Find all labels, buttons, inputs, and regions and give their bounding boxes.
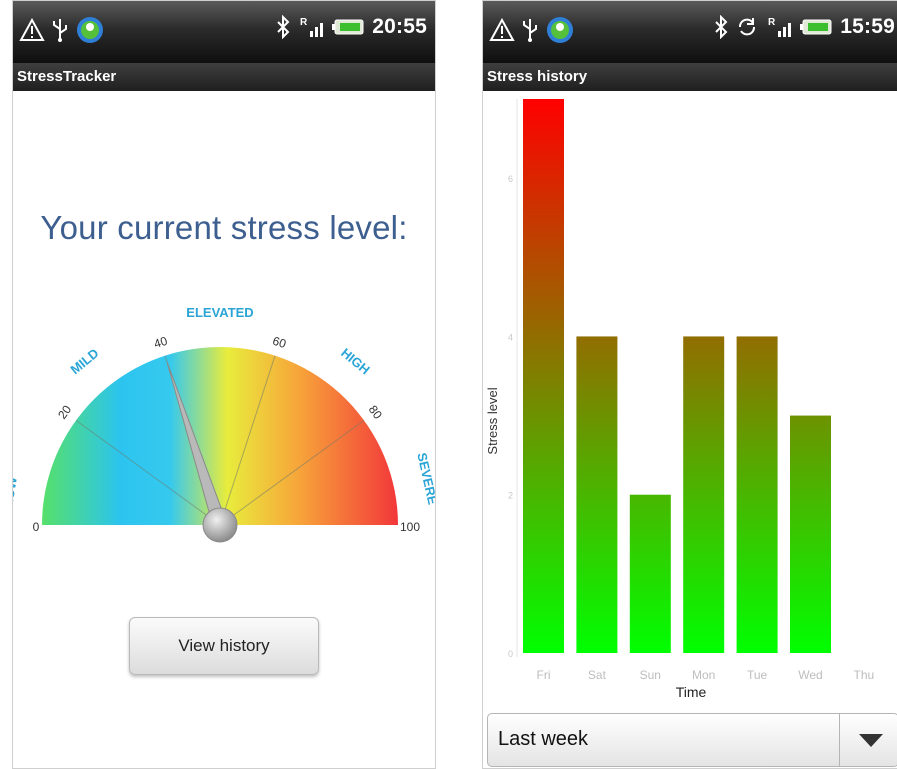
x-tick-label: Fri xyxy=(537,668,551,682)
gauge-dial xyxy=(42,347,398,525)
period-dropdown-value: Last week xyxy=(498,728,589,750)
gauge-tick-label: 100 xyxy=(400,520,420,534)
y-tick-label: 6 xyxy=(508,174,513,184)
sync-icon xyxy=(736,16,758,38)
bar-tue xyxy=(736,336,778,653)
signal-icon: R xyxy=(766,15,792,39)
x-axis-title: Time xyxy=(676,684,707,700)
dropdown-divider xyxy=(839,714,840,766)
gauge-zone-label: MILD xyxy=(68,345,102,377)
battery-icon xyxy=(800,18,832,36)
stress-history-chart: 0246 Fri Sat Sun Mon Tue Wed Thu Stress level … xyxy=(485,99,875,700)
x-tick-label: Tue xyxy=(747,668,768,682)
app-title: Stress history xyxy=(483,63,897,91)
gauge-tick-label: 80 xyxy=(366,403,385,422)
stress-history-screen: R 15:59 Stress history 0 2 4 6 Fri Sat Sun Mon… xyxy=(482,0,897,769)
gauge-zone-label: LOW xyxy=(13,475,20,508)
gauge-tick-label: 20 xyxy=(55,402,74,421)
svg-text:R: R xyxy=(768,17,776,28)
warning-icon xyxy=(19,18,45,42)
bluetooth-icon xyxy=(276,15,290,39)
usb-icon xyxy=(521,17,539,43)
y-tick-label: 2 xyxy=(508,491,513,501)
bar-wed xyxy=(790,415,831,653)
gauge-tick-label: 40 xyxy=(152,334,169,352)
battery-icon xyxy=(332,18,364,36)
current-stress-headline: Your current stress level: xyxy=(40,209,408,246)
gauge-hub xyxy=(202,507,238,543)
x-tick-label: Sat xyxy=(588,668,607,682)
stress-gauge: 0 20 40 60 80 100 LOW MILD ELEVATED HIGH SEVERE xyxy=(13,305,436,543)
app-notification-icon xyxy=(75,15,105,45)
y-tick-label: 0 xyxy=(508,649,513,659)
signal-icon: R xyxy=(298,15,324,39)
bar-sat xyxy=(576,336,618,653)
x-tick-label: Mon xyxy=(692,668,715,682)
status-time: 15:59 xyxy=(840,15,895,38)
stresstracker-screen: R 20:55 StressTracker Your current stres… xyxy=(12,0,436,769)
app-title: StressTracker xyxy=(13,63,435,91)
usb-icon xyxy=(51,17,69,43)
x-tick-label: Thu xyxy=(854,668,875,682)
status-bar: R 20:55 xyxy=(13,1,435,63)
x-tick-label: Wed xyxy=(798,668,822,682)
bar-sun xyxy=(629,494,671,653)
y-axis-title: Stress level xyxy=(485,387,500,454)
view-history-button[interactable]: View history xyxy=(129,617,319,675)
gauge-tick-label: 0 xyxy=(33,520,40,534)
svg-text:R: R xyxy=(300,17,308,28)
gauge-zone-label: HIGH xyxy=(338,345,373,377)
warning-icon xyxy=(489,18,515,42)
status-time: 20:55 xyxy=(372,15,427,38)
chevron-down-icon[interactable] xyxy=(856,731,886,753)
app-notification-icon xyxy=(545,15,575,45)
y-tick-label: 4 xyxy=(508,332,513,342)
x-tick-label: Sun xyxy=(640,668,661,682)
gauge-tick-label: 60 xyxy=(271,334,288,352)
gauge-zone-label: ELEVATED xyxy=(186,305,253,320)
status-bar: R 15:59 xyxy=(483,1,897,63)
bar-mon xyxy=(683,336,725,653)
bar-fri xyxy=(523,99,564,653)
gauge-zone-label: SEVERE xyxy=(414,451,436,506)
bluetooth-icon xyxy=(714,15,728,39)
period-dropdown[interactable]: Last week xyxy=(487,713,897,767)
